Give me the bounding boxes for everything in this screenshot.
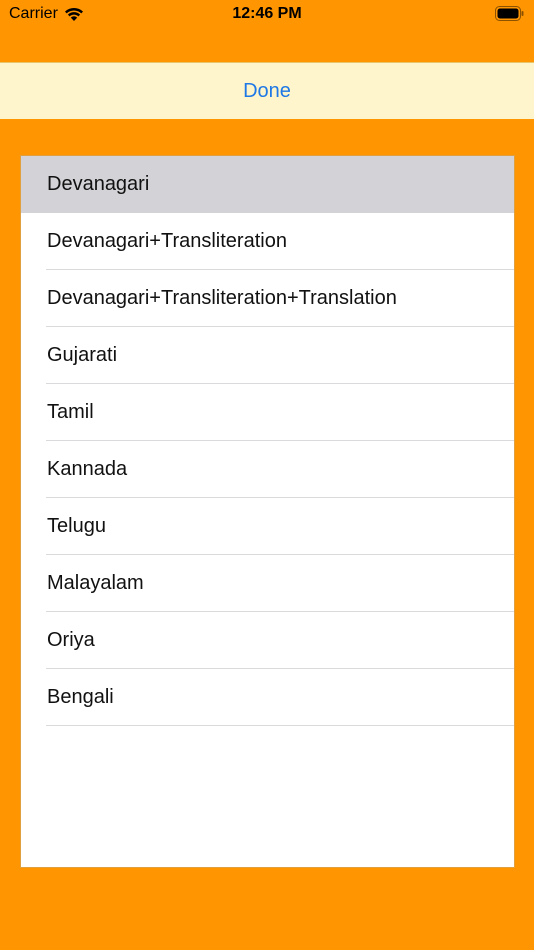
- list-item-label: Malayalam: [47, 572, 144, 594]
- list-item[interactable]: Devanagari: [21, 156, 514, 213]
- list-item[interactable]: Telugu: [21, 498, 514, 555]
- list-item[interactable]: Oriya: [21, 612, 514, 669]
- list-item[interactable]: Malayalam: [21, 555, 514, 612]
- language-list: Devanagari Devanagari+Transliteration Deva…: [20, 155, 515, 868]
- list-item[interactable]: Tamil: [21, 384, 514, 441]
- list-item-label: Oriya: [47, 629, 95, 651]
- list-item[interactable]: Gujarati: [21, 327, 514, 384]
- list-item[interactable]: Bengali: [21, 669, 514, 726]
- list-item-label: Telugu: [47, 515, 106, 537]
- list-item-label: Tamil: [47, 401, 94, 423]
- list-item-label: Kannada: [47, 458, 128, 480]
- list-item-label: Devanagari+Transliteration: [47, 230, 287, 252]
- list-item-label: Bengali: [47, 686, 114, 708]
- picker-toolbar: Done: [0, 62, 534, 119]
- status-time: 12:46 PM: [232, 5, 302, 22]
- list-item[interactable]: Kannada: [21, 441, 514, 498]
- list-item[interactable]: Devanagari+Transliteration+Translation: [21, 270, 514, 327]
- list-item-label: Devanagari: [47, 173, 150, 195]
- status-bar: Carrier 12:46 PM: [0, 0, 534, 30]
- done-button[interactable]: Done: [243, 80, 291, 103]
- list-item[interactable]: Devanagari+Transliteration: [21, 213, 514, 270]
- list-item-label: Devanagari+Transliteration+Translation: [47, 287, 397, 309]
- battery-icon: [495, 6, 524, 21]
- list-item-label: Gujarati: [47, 344, 118, 366]
